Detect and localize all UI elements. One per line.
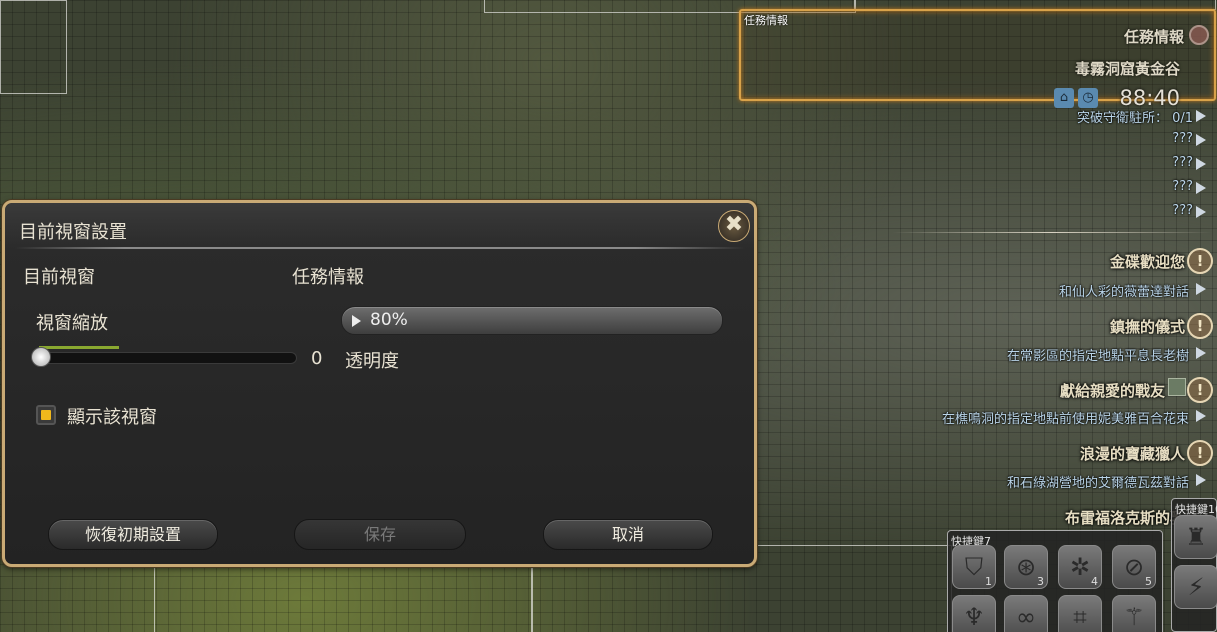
quest-name[interactable]: 布雷福洛克斯的乳 [1065, 507, 1185, 528]
arrow-right-icon [1196, 347, 1206, 359]
quest-name[interactable]: 鎮撫的儀式 [1110, 316, 1185, 337]
arrow-right-icon [1196, 134, 1206, 146]
play-icon [352, 315, 361, 327]
gate-icon: ⌂ [1054, 88, 1074, 108]
objective-line[interactable]: ??? [1172, 179, 1193, 194]
item-icon [1168, 378, 1186, 396]
hotbar-10: 快捷鍵10 ♜ ⚡ [1171, 498, 1217, 632]
quest-step[interactable]: 和石綠湖營地的艾爾德瓦茲對話 [1007, 472, 1189, 491]
slot-number: 3 [1037, 575, 1044, 588]
hotbar-slot[interactable]: ♜ [1174, 515, 1217, 559]
quest-name[interactable]: 浪漫的寶藏獵人 [1080, 443, 1185, 464]
layout-outline [0, 0, 67, 94]
quest-step[interactable]: 在常影區的指定地點平息長老樹 [1007, 345, 1189, 364]
hotbar-slot[interactable]: ⚚ [1112, 595, 1156, 632]
arrow-right-icon [1196, 283, 1206, 295]
arrow-right-icon [1196, 182, 1206, 194]
divider [15, 247, 745, 249]
quest-marker-icon: ! [1187, 248, 1213, 274]
opacity-value: 0 [311, 348, 323, 369]
scale-value: 80% [370, 310, 408, 330]
scale-dropdown[interactable]: 80% [341, 306, 723, 335]
objective-line[interactable]: ??? [1172, 155, 1193, 170]
dialog-title: 目前視窗設置 [19, 222, 127, 243]
window-tag: 任務情報 [744, 14, 788, 27]
quest-step[interactable]: 在樵鳴洞的指定地點前使用妮美雅百合花束 [942, 408, 1189, 427]
arrow-right-icon [1196, 158, 1206, 170]
opacity-slider[interactable] [39, 352, 297, 364]
quest-name[interactable]: 獻給親愛的戰友 [1060, 380, 1165, 401]
hotbar-slot[interactable]: ⊘ 5 [1112, 545, 1156, 589]
current-window-value: 任務情報 [292, 267, 364, 288]
slider-handle[interactable] [31, 347, 51, 367]
show-window-checkbox[interactable] [36, 405, 56, 425]
arrow-right-icon [1196, 110, 1206, 122]
hotbar-slot[interactable]: ✲ 4 [1058, 545, 1102, 589]
slot-number: 5 [1145, 575, 1152, 588]
objective-line[interactable]: ??? [1172, 131, 1193, 146]
slot-number: 1 [985, 575, 992, 588]
hotbar-7: 快捷鍵7 ⛉ 1 ⊛ 3 ✲ 4 ⊘ 5 ♆ ∞ ⌗ ⚚ [947, 530, 1163, 632]
objective-line[interactable]: 突破守衛駐所： 0/1 [1077, 107, 1193, 126]
quest-marker-icon: ! [1187, 440, 1213, 466]
duty-name: 毒霧洞窟黃金谷 [1074, 60, 1180, 78]
hotbar-slot[interactable]: ♆ [952, 595, 996, 632]
quest-marker-icon: ! [1187, 313, 1213, 339]
current-window-label: 目前視窗 [23, 267, 95, 288]
hotbar-slot[interactable]: ⚡ [1174, 565, 1217, 609]
clock-icon: ◷ [1078, 88, 1098, 108]
cancel-button[interactable]: 取消 [543, 519, 713, 550]
close-icon: ✖ [724, 212, 744, 237]
window-settings-dialog: 目前視窗設置 ✖ 目前視窗 任務情報 視窗縮放 80% 0 透明度 顯示該視窗 … [2, 200, 757, 567]
hotbar-slot[interactable]: ⛉ 1 [952, 545, 996, 589]
quest-tracker-title: 任務情報 [1123, 28, 1184, 46]
opacity-label: 透明度 [345, 351, 399, 372]
quest-name[interactable]: 金碟歡迎您 [1110, 251, 1185, 272]
close-button[interactable]: ✖ [718, 210, 750, 242]
show-window-label: 顯示該視窗 [67, 407, 157, 428]
duty-icon [1189, 25, 1209, 45]
arrow-right-icon [1196, 410, 1206, 422]
quest-marker-icon: ! [1187, 377, 1213, 403]
save-button[interactable]: 保存 [294, 519, 466, 550]
check-mark [41, 410, 51, 420]
hotbar-slot[interactable]: ⊛ 3 [1004, 545, 1048, 589]
quest-step[interactable]: 和仙人彩的薇蕾達對話 [1059, 281, 1189, 300]
scale-label: 視窗縮放 [36, 313, 108, 334]
arrow-right-icon [1196, 206, 1206, 218]
slider-fill [39, 346, 119, 349]
divider [892, 232, 1212, 233]
layout-outline [154, 567, 532, 632]
hotbar-slot[interactable]: ⌗ [1058, 595, 1102, 632]
objective-line[interactable]: ??? [1172, 203, 1193, 218]
arrow-right-icon [1196, 474, 1206, 486]
slot-number: 4 [1091, 575, 1098, 588]
hotbar-slot[interactable]: ∞ [1004, 595, 1048, 632]
reset-button[interactable]: 恢復初期設置 [48, 519, 218, 550]
quest-tracker-window[interactable]: 任務情報 任務情報 毒霧洞窟黃金谷 ⌂ ◷ 88:40 [739, 9, 1216, 110]
